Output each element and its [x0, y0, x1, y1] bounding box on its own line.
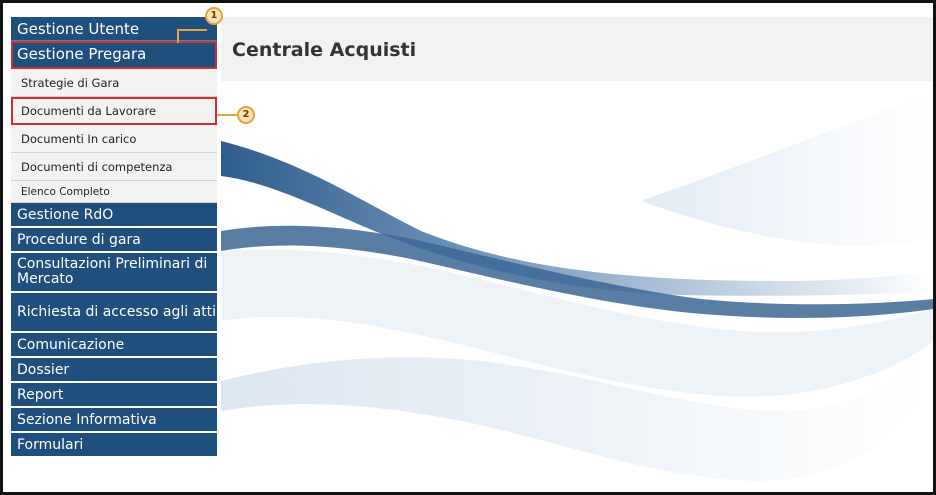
- sidebar-subitem-documenti-in-carico[interactable]: Documenti In carico: [11, 125, 217, 153]
- callout-2-line: [217, 114, 237, 116]
- callout-1-line-h: [177, 29, 207, 31]
- sidebar-nav: Gestione Utente Gestione Pregara Strateg…: [11, 17, 217, 458]
- sidebar-subitem-documenti-da-lavorare[interactable]: Documenti da Lavorare: [11, 97, 217, 125]
- screenshot-frame: Gestione Utente Gestione Pregara Strateg…: [0, 0, 936, 495]
- page-header: Centrale Acquisti: [221, 17, 933, 81]
- sidebar-item-consultazioni-preliminari[interactable]: Consultazioni Preliminari di Mercato: [11, 253, 217, 293]
- sidebar-item-richiesta-accesso-atti[interactable]: Richiesta di accesso agli atti: [11, 293, 217, 333]
- sidebar-item-report[interactable]: Report: [11, 383, 217, 408]
- sidebar-subitem-elenco-completo[interactable]: Elenco Completo: [11, 181, 217, 203]
- callout-2-badge: 2: [237, 106, 255, 124]
- main-content: [221, 81, 933, 492]
- sidebar-item-formulari[interactable]: Formulari: [11, 433, 217, 458]
- sidebar-item-gestione-rdo[interactable]: Gestione RdO: [11, 203, 217, 228]
- sidebar-item-gestione-pregara[interactable]: Gestione Pregara: [11, 41, 217, 69]
- decorative-wave-graphic: [221, 91, 933, 481]
- page-title: Centrale Acquisti: [232, 39, 417, 61]
- sidebar-subitem-strategie-di-gara[interactable]: Strategie di Gara: [11, 69, 217, 97]
- sidebar-item-comunicazione[interactable]: Comunicazione: [11, 333, 217, 358]
- callout-1-badge: 1: [205, 7, 223, 25]
- sidebar-item-dossier[interactable]: Dossier: [11, 358, 217, 383]
- sidebar-item-sezione-informativa[interactable]: Sezione Informativa: [11, 408, 217, 433]
- sidebar-subitem-documenti-di-competenza[interactable]: Documenti di competenza: [11, 153, 217, 181]
- callout-1-line-v: [177, 29, 179, 43]
- sidebar-item-procedure-di-gara[interactable]: Procedure di gara: [11, 228, 217, 253]
